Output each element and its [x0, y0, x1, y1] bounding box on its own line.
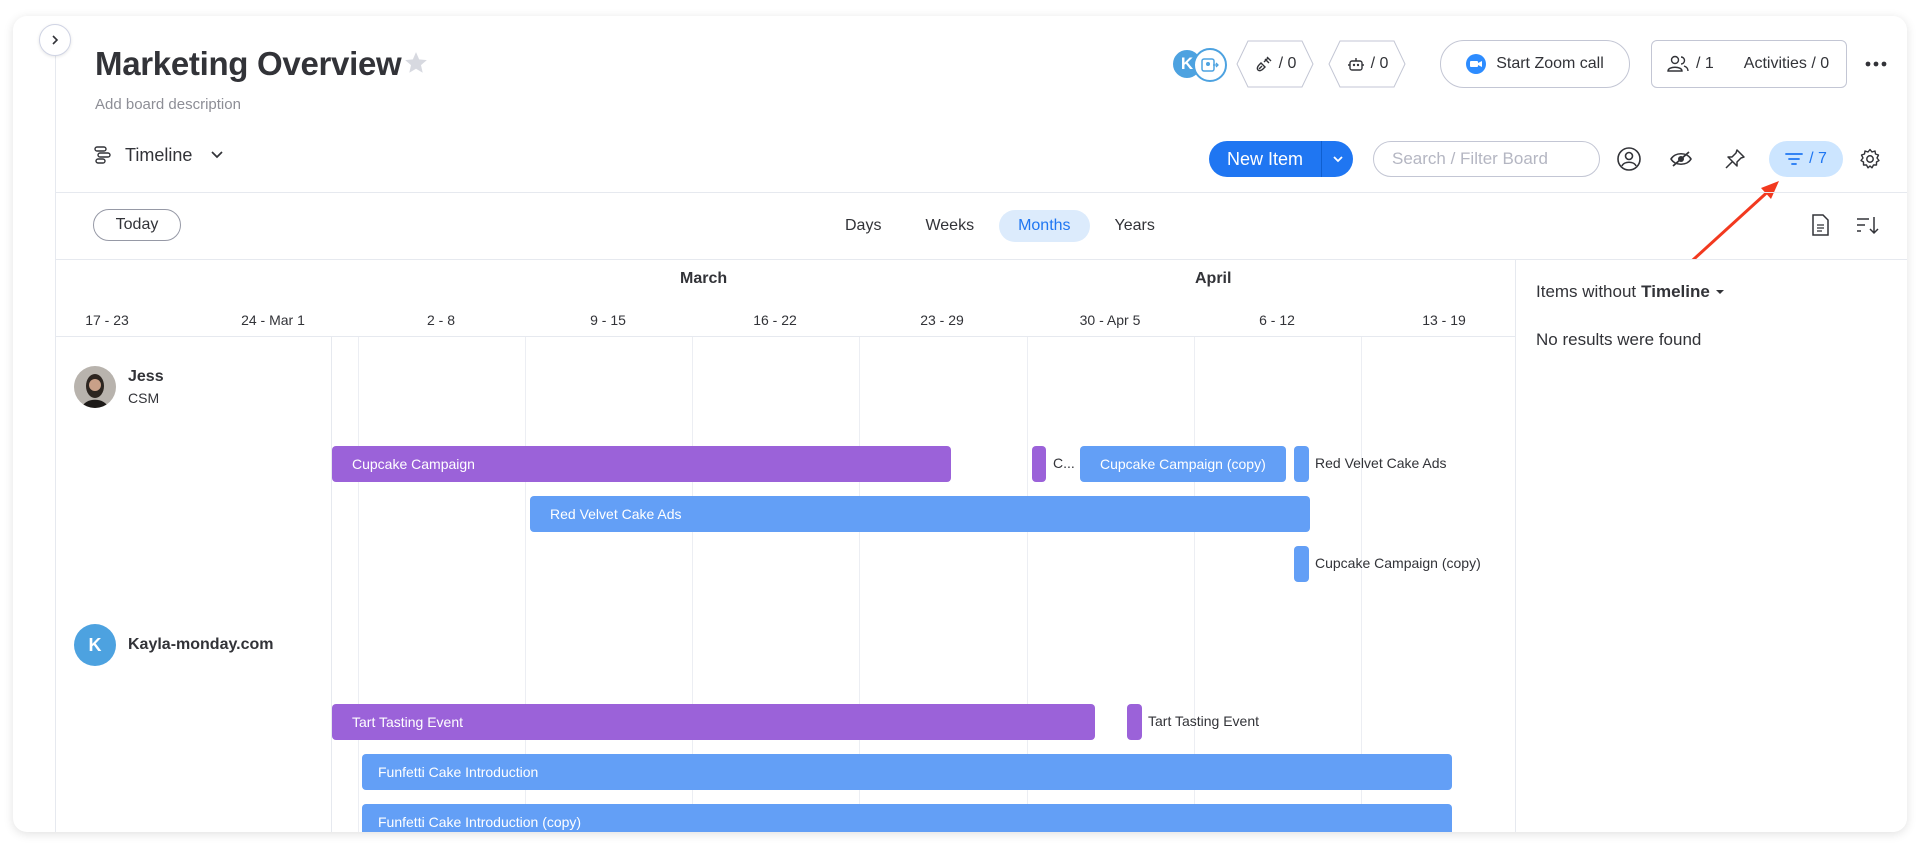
person-filter-button[interactable]: [1616, 146, 1642, 172]
members-count: / 1: [1696, 55, 1714, 72]
timeline-item[interactable]: Tart Tasting Event: [332, 704, 1095, 740]
automations-button[interactable]: / 0: [1328, 40, 1406, 88]
filter-button[interactable]: / 7: [1769, 141, 1843, 177]
settings-button[interactable]: [1857, 146, 1883, 172]
timeline-item[interactable]: [1127, 704, 1142, 740]
tab-days[interactable]: Days: [826, 210, 900, 242]
members-button[interactable]: / 1: [1666, 54, 1714, 74]
zoom-icon: [1466, 54, 1487, 74]
timeline-item-label: C...: [1053, 455, 1075, 471]
panel-title-prefix: Items without: [1536, 282, 1637, 301]
export-icon[interactable]: [1810, 213, 1830, 237]
week-label: 17 - 23: [85, 312, 129, 328]
grid-line: [358, 337, 359, 832]
week-label: 30 - Apr 5: [1079, 312, 1141, 328]
timeline-item[interactable]: Red Velvet Cake Ads: [530, 496, 1310, 532]
filter-icon: [1785, 153, 1803, 165]
new-item-button-group[interactable]: New Item: [1209, 141, 1354, 177]
avatar: [74, 366, 116, 408]
empty-state-text: No results were found: [1536, 330, 1702, 349]
integrations-button[interactable]: / 0: [1236, 40, 1314, 88]
timeline-item-label: Red Velvet Cake Ads: [1315, 455, 1447, 471]
timeline-item[interactable]: [1032, 446, 1046, 482]
view-selector[interactable]: Timeline: [93, 144, 224, 166]
panel-column-name: Timeline: [1641, 282, 1710, 301]
tab-weeks[interactable]: Weeks: [906, 210, 993, 242]
person-icon: [1617, 147, 1641, 171]
week-label: 13 - 19: [1422, 312, 1466, 328]
filter-count: / 7: [1809, 150, 1827, 167]
week-label: 9 - 15: [590, 312, 626, 328]
start-zoom-call-button[interactable]: Start Zoom call: [1440, 40, 1630, 88]
tab-years[interactable]: Years: [1096, 210, 1174, 242]
new-item-button[interactable]: New Item: [1209, 141, 1321, 177]
guest-avatar: [1193, 48, 1227, 82]
items-without-timeline-panel: Items without Timeline No results were f…: [1515, 260, 1907, 832]
week-label: 24 - Mar 1: [241, 312, 305, 328]
week-label: 23 - 29: [920, 312, 964, 328]
search-input[interactable]: Search / Filter Board: [1373, 141, 1600, 177]
month-label: April: [1195, 270, 1232, 287]
scale-tabs: Days Weeks Months Years: [826, 210, 1174, 242]
avatar: K: [74, 624, 116, 666]
group-name: Kayla-monday.com: [128, 636, 274, 653]
view-label: Timeline: [125, 144, 193, 165]
panel-title[interactable]: Items without Timeline: [1536, 282, 1725, 302]
board-card: Marketing Overview Add board description…: [13, 16, 1907, 832]
month-label: March: [680, 270, 728, 287]
zoom-label: Start Zoom call: [1496, 55, 1604, 72]
timeline-item-label: Tart Tasting Event: [1148, 713, 1260, 729]
week-label: 16 - 22: [753, 312, 797, 328]
guest-icon: [1201, 58, 1219, 72]
group-role: CSM: [128, 390, 160, 406]
robot-icon: [1347, 58, 1364, 71]
sort-icon[interactable]: [1855, 213, 1879, 237]
caret-down-icon: [1715, 290, 1724, 294]
chevron-down-icon: [1332, 156, 1343, 163]
pin-button[interactable]: [1722, 146, 1748, 172]
timeline: March April 17 - 23 24 - Mar 1 2 - 8 9 -…: [56, 260, 1515, 832]
timeline-item[interactable]: Cupcake Campaign (copy): [1080, 446, 1286, 482]
timeline-item[interactable]: [1294, 546, 1309, 582]
group-header-jess: Jess CSM: [74, 366, 164, 408]
group-header-kayla: K Kayla-monday.com: [74, 624, 274, 666]
chevron-down-icon: [211, 151, 223, 159]
board-subscribers[interactable]: K: [1171, 48, 1231, 82]
timeline-item[interactable]: Cupcake Campaign: [332, 446, 951, 482]
eye-off-icon: [1670, 151, 1692, 167]
group-label-column: [56, 337, 332, 832]
star-icon[interactable]: [403, 50, 429, 76]
chevron-right-icon: [52, 35, 59, 45]
left-divider: [55, 56, 56, 832]
people-icon: [1667, 55, 1689, 72]
today-button[interactable]: Today: [93, 209, 181, 241]
activities-button[interactable]: Activities / 0: [1744, 55, 1829, 73]
board-title[interactable]: Marketing Overview: [95, 45, 402, 83]
tab-months[interactable]: Months: [999, 210, 1090, 242]
group-name: Jess: [128, 368, 164, 385]
automations-count: / 0: [1370, 55, 1389, 72]
more-options-icon[interactable]: [1863, 52, 1889, 76]
new-item-dropdown[interactable]: [1321, 141, 1353, 177]
hide-button[interactable]: [1668, 146, 1694, 172]
timeline-item[interactable]: [1294, 446, 1309, 482]
board-description[interactable]: Add board description: [95, 96, 241, 113]
toolbar-divider: [56, 192, 1907, 193]
timeline-item[interactable]: Funfetti Cake Introduction (copy): [362, 804, 1452, 832]
timeline-item-label: Cupcake Campaign (copy): [1315, 555, 1481, 571]
week-label: 2 - 8: [426, 312, 456, 328]
pin-icon: [1725, 149, 1745, 169]
timeline-view-icon: [94, 146, 111, 164]
integrations-count: / 0: [1278, 55, 1297, 72]
members-activity-box[interactable]: / 1 Activities / 0: [1651, 40, 1847, 88]
gear-icon: [1860, 148, 1880, 169]
plug-icon: [1256, 56, 1272, 72]
week-label: 6 - 12: [1259, 312, 1295, 328]
expand-sidebar-button[interactable]: [39, 24, 71, 56]
timeline-item[interactable]: Funfetti Cake Introduction: [362, 754, 1452, 790]
